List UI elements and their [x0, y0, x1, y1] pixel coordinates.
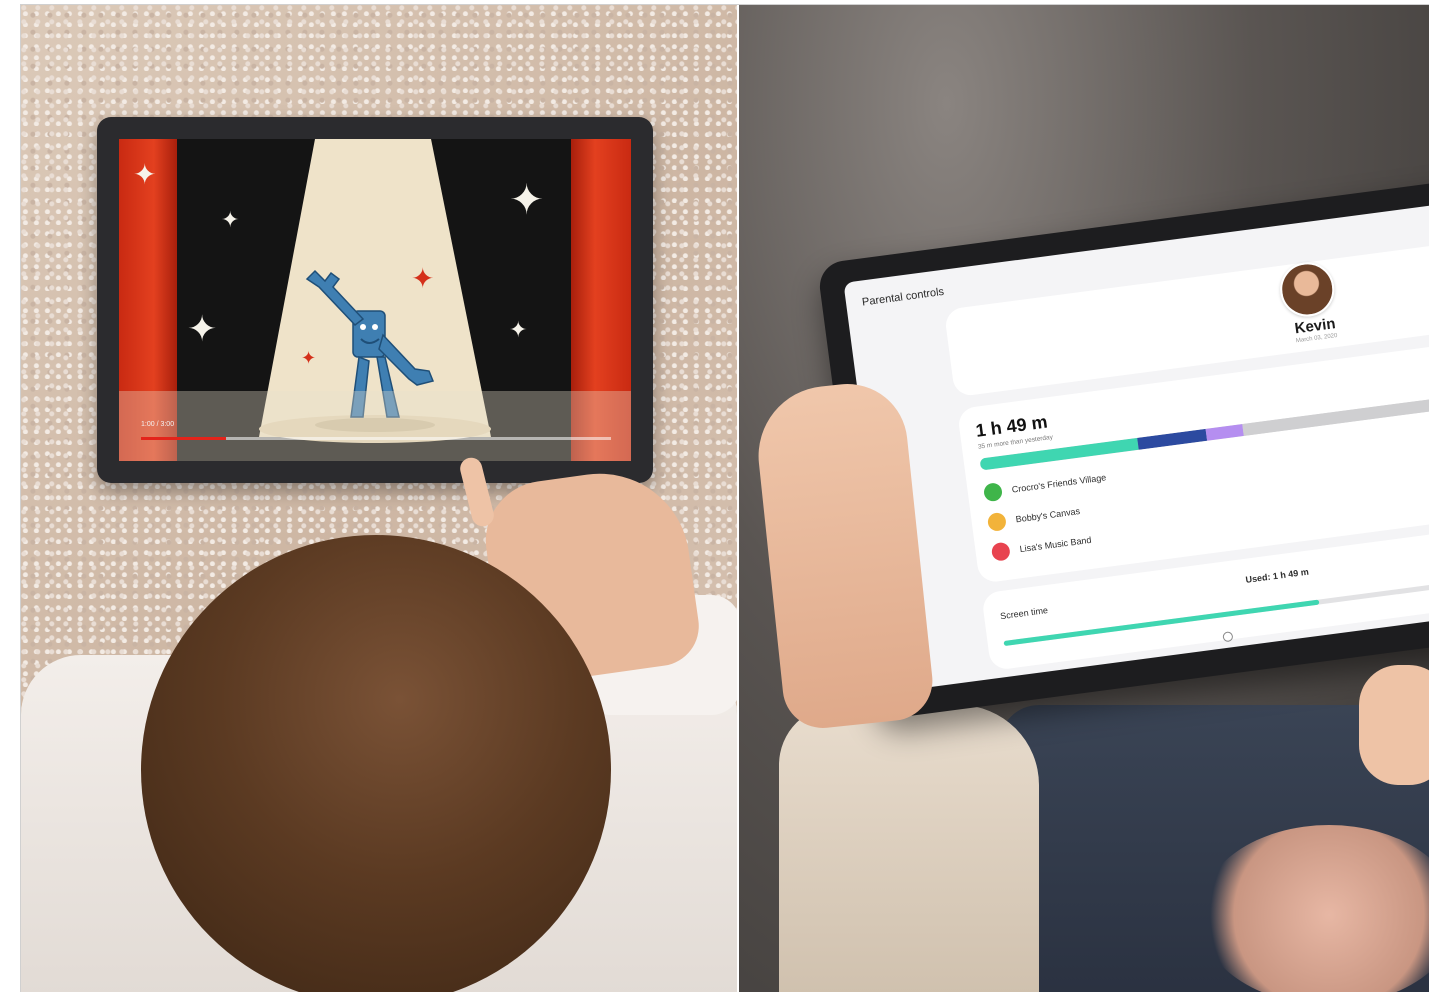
video-time-label: 1:00 / 3:00 — [141, 421, 175, 428]
page-title: Parental controls — [861, 285, 945, 309]
left-tablet: ✦ ✦ ✦ ✦ ✦ ✦ ✦ 1:00 / 3:00 — [97, 117, 653, 483]
usage-segment — [1205, 424, 1244, 441]
screen-time-progress-fill — [1003, 599, 1320, 647]
photo-collage: ✦ ✦ ✦ ✦ ✦ ✦ ✦ 1:00 / 3:00 Parental contr… — [20, 4, 1429, 992]
avatar[interactable] — [1276, 259, 1338, 320]
app-name: Crocro's Friends Village — [1011, 472, 1107, 495]
child-head — [141, 535, 611, 992]
screen-time-label: Screen time — [999, 605, 1049, 622]
sweater-sleeve — [779, 705, 1039, 992]
stage-floor — [119, 391, 631, 461]
star-decoration: ✦ — [509, 317, 528, 342]
star-decoration: ✦ — [221, 207, 240, 232]
video-screen[interactable]: ✦ ✦ ✦ ✦ ✦ ✦ ✦ 1:00 / 3:00 — [119, 139, 631, 461]
video-progress-fill — [141, 437, 226, 440]
right-photo-parent-with-tablet: Parental controls Kevin March 03, 2020 1… — [739, 5, 1429, 992]
screen-time-progress — [1003, 571, 1429, 647]
red-star-decoration: ✦ — [301, 348, 317, 368]
app-row[interactable]: Crocro's Friends Village — [982, 468, 1107, 503]
screen-time-used: Used: 1 h 49 m — [1244, 566, 1310, 585]
home-indicator[interactable] — [1222, 631, 1234, 643]
usage-segment — [1242, 389, 1429, 436]
star-decoration: ✦ — [133, 159, 157, 190]
app-icon — [990, 541, 1011, 562]
red-star-decoration: ✦ — [411, 263, 435, 294]
app-row[interactable]: Lisa's Music Band — [990, 531, 1093, 562]
app-row[interactable]: Bobby's Canvas — [986, 502, 1081, 533]
parent-right-hand — [1359, 665, 1429, 785]
video-progress-bar[interactable] — [141, 437, 611, 440]
app-name: Lisa's Music Band — [1019, 534, 1092, 555]
usage-segment — [1137, 428, 1208, 450]
left-photo-child-with-tablet: ✦ ✦ ✦ ✦ ✦ ✦ ✦ 1:00 / 3:00 — [21, 5, 737, 992]
parental-controls-screen: Parental controls Kevin March 03, 2020 1… — [843, 192, 1429, 692]
star-decoration: ✦ — [187, 308, 218, 349]
app-icon — [982, 482, 1004, 503]
app-icon — [986, 511, 1008, 533]
star-decoration: ✦ — [509, 176, 545, 223]
app-name: Bobby's Canvas — [1015, 506, 1081, 525]
